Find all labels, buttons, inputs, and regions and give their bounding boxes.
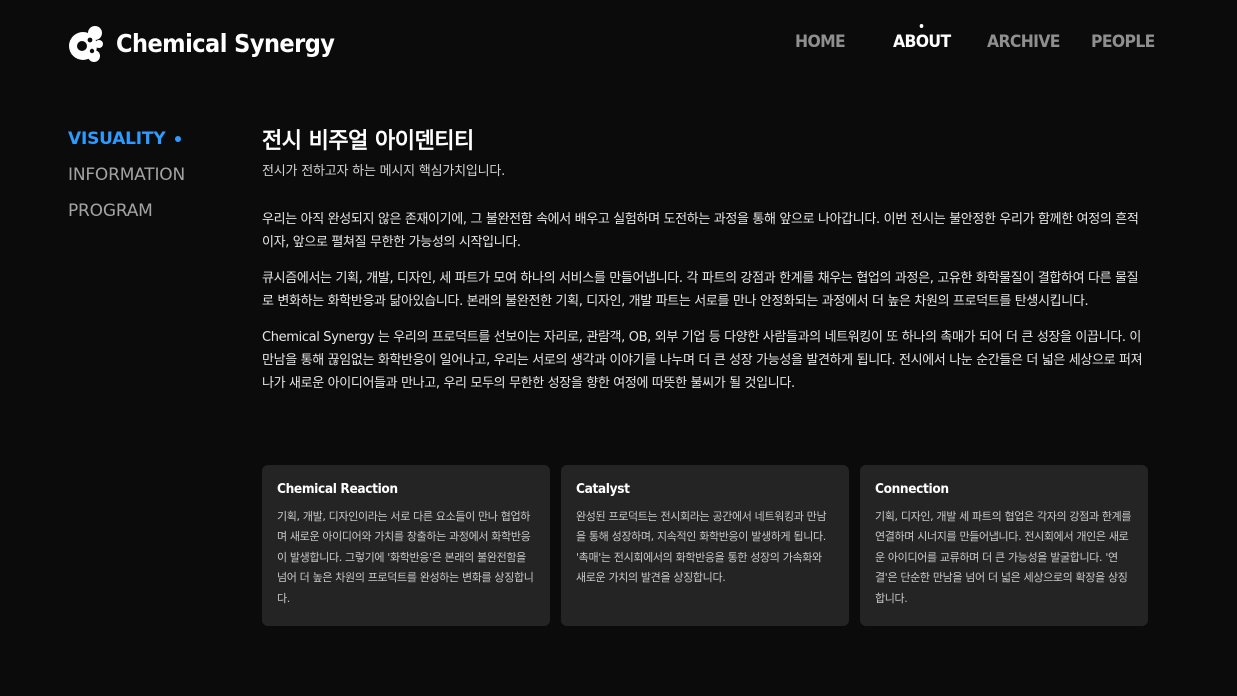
section-nav: VISUALITY INFORMATION PROGRAM xyxy=(68,126,248,234)
paragraph: Chemical Synergy 는 우리의 프로덕트를 선보이는 자리로, 관… xyxy=(262,330,1143,391)
page-subtitle: 전시가 전하고자 하는 메시지 핵심가치입니다. xyxy=(262,164,506,179)
main-content: 전시 비주얼 아이덴티티 전시가 전하고자 하는 메시지 핵심가치입니다. 우리… xyxy=(262,126,1148,408)
section-nav-program[interactable]: PROGRAM xyxy=(68,198,248,234)
page: Chemical Synergy HOME ABOUT ARCHIVE PEOP… xyxy=(0,0,1237,696)
header: Chemical Synergy HOME ABOUT ARCHIVE PEOP… xyxy=(0,0,1237,90)
card-title: Chemical Reaction xyxy=(277,482,398,497)
section-nav-label: VISUALITY xyxy=(68,129,166,149)
card-title: Catalyst xyxy=(576,482,630,497)
nav-people[interactable]: PEOPLE xyxy=(1091,32,1155,52)
nav-about-label: ABOUT xyxy=(893,32,951,52)
card-text: 완성된 프로덕트는 전시회라는 공간에서 네트워킹과 만남을 통해 성장하며, … xyxy=(576,510,827,585)
card-text: 기획, 개발, 디자인이라는 서로 다른 요소들이 만나 협업하며 새로운 아이… xyxy=(277,510,534,605)
intro-text: 우리는 아직 완성되지 않은 존재이기에, 그 불완전함 속에서 배우고 실험하… xyxy=(262,208,1148,395)
paragraph: 큐시즘에서는 기획, 개발, 디자인, 세 파트가 모여 하나의 서비스를 만들… xyxy=(262,271,1139,309)
value-cards: Chemical Reaction 기획, 개발, 디자인이라는 서로 다른 요… xyxy=(262,465,1148,626)
section-nav-label: PROGRAM xyxy=(68,201,153,221)
nav-active-dot xyxy=(919,24,924,28)
card-text: 기획, 디자인, 개발 세 파트의 협업은 각자의 강점과 한계를 연결하며 시… xyxy=(875,510,1132,605)
card-chemical-reaction: Chemical Reaction 기획, 개발, 디자인이라는 서로 다른 요… xyxy=(262,465,550,626)
nav-home[interactable]: HOME xyxy=(795,32,846,52)
active-indicator-dot xyxy=(175,136,182,142)
nav-about[interactable]: ABOUT xyxy=(893,24,951,52)
top-nav: HOME ABOUT ARCHIVE PEOPLE xyxy=(0,24,1237,60)
card-catalyst: Catalyst 완성된 프로덕트는 전시회라는 공간에서 네트워킹과 만남을 … xyxy=(561,465,849,626)
section-nav-visuality[interactable]: VISUALITY xyxy=(68,126,248,162)
card-title: Connection xyxy=(875,482,949,497)
section-nav-information[interactable]: INFORMATION xyxy=(68,162,248,198)
paragraph: 우리는 아직 완성되지 않은 존재이기에, 그 불완전함 속에서 배우고 실험하… xyxy=(262,212,1139,250)
page-title: 전시 비주얼 아이덴티티 xyxy=(262,129,474,154)
nav-archive[interactable]: ARCHIVE xyxy=(987,32,1060,52)
card-connection: Connection 기획, 디자인, 개발 세 파트의 협업은 각자의 강점과… xyxy=(860,465,1148,626)
section-nav-label: INFORMATION xyxy=(68,165,185,185)
